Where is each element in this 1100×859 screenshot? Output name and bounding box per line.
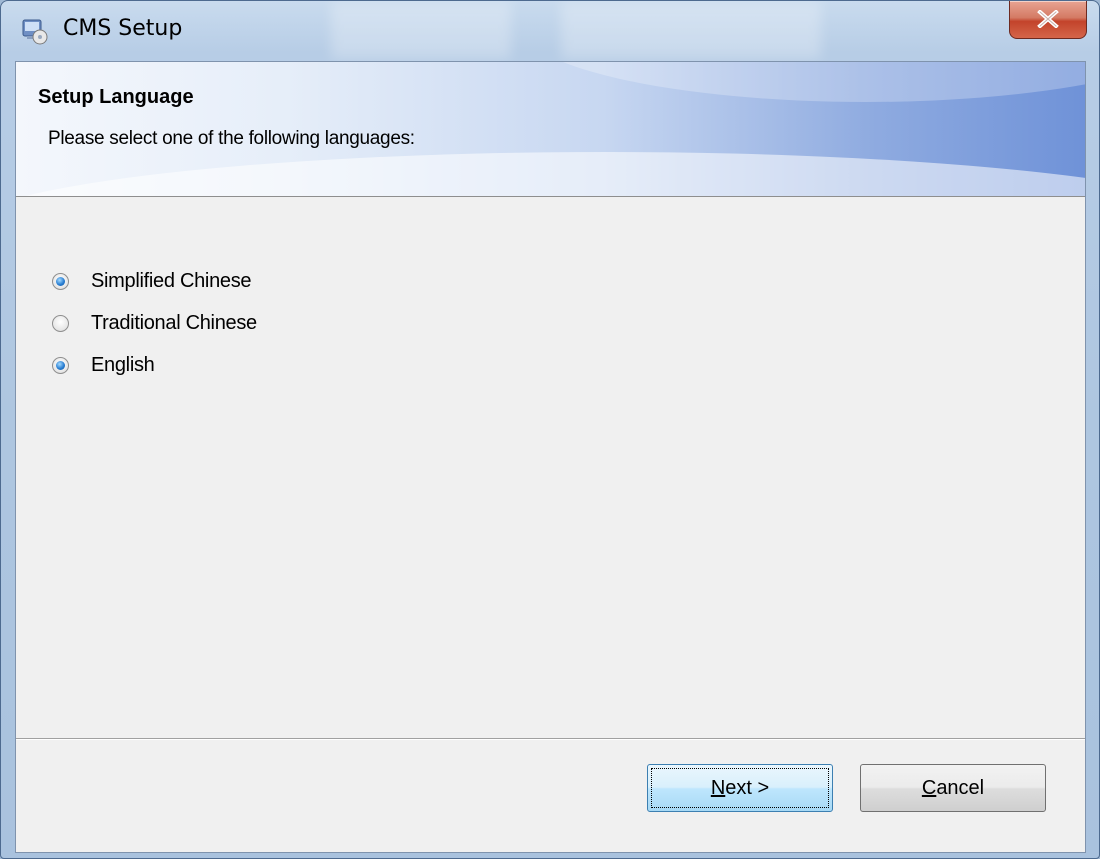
close-icon (1037, 10, 1059, 28)
radio-button[interactable] (52, 272, 69, 290)
close-button[interactable] (1009, 1, 1087, 39)
cancel-button-label: Cancel (921, 776, 985, 799)
radio-button[interactable] (52, 314, 69, 332)
page-subtitle: Please select one of the following langu… (48, 128, 415, 149)
language-option-english[interactable]: English (52, 344, 257, 386)
focus-ring (651, 768, 829, 808)
dialog-client-area: Setup Language Please select one of the … (15, 61, 1086, 853)
setup-window: CMS Setup Setup Language Please select o… (0, 0, 1100, 859)
banner-decoration (16, 152, 1085, 196)
language-option-traditional-chinese[interactable]: Traditional Chinese (52, 302, 257, 344)
language-option-label[interactable]: Traditional Chinese (91, 312, 257, 335)
radio-button[interactable] (52, 356, 69, 374)
next-button[interactable]: Next > (647, 764, 833, 812)
language-option-label[interactable]: English (91, 354, 155, 377)
window-title: CMS Setup (63, 16, 183, 41)
title-bar[interactable]: CMS Setup (1, 1, 1099, 61)
language-option-label[interactable]: Simplified Chinese (91, 270, 252, 293)
language-radio-group: Simplified Chinese Traditional Chinese E… (52, 260, 257, 386)
setup-app-icon (21, 17, 49, 45)
cancel-button[interactable]: Cancel (860, 764, 1046, 812)
page-title: Setup Language (38, 86, 194, 108)
footer-divider (16, 738, 1085, 740)
header-banner: Setup Language Please select one of the … (16, 62, 1085, 197)
banner-decoration (516, 62, 1085, 102)
language-option-simplified-chinese[interactable]: Simplified Chinese (52, 260, 257, 302)
